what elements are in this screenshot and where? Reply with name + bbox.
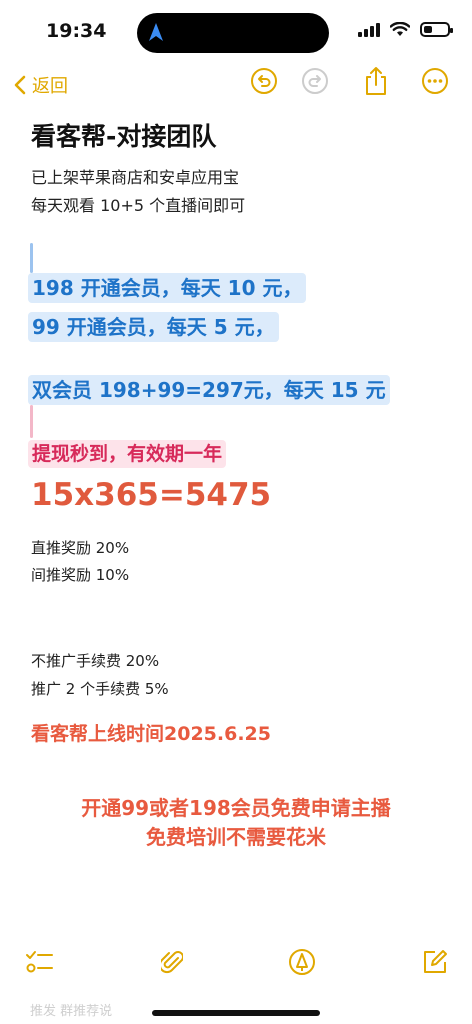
highlight-line-198: 198 开通会员，每天 10 元， [28, 273, 307, 303]
launch-date-text: 看客帮上线时间2025.6.25 [31, 723, 271, 745]
chevron-left-icon [14, 75, 26, 95]
redo-icon [302, 68, 328, 94]
obscured-text: 推发 群推荐说 [30, 1004, 113, 1019]
formula-text: 15x365=5475 [31, 477, 272, 513]
location-arrow-icon [149, 23, 163, 41]
battery-icon [420, 22, 453, 37]
promo-line-2: 免费培训不需要花米 [146, 825, 326, 849]
status-icons [358, 22, 453, 37]
more-icon [422, 68, 448, 94]
selection-handle-end[interactable] [30, 405, 33, 438]
markup-button[interactable] [287, 947, 317, 977]
back-label: 返回 [32, 76, 68, 97]
note-line-watch: 每天观看 10+5 个直播间即可 [31, 196, 246, 215]
highlight-line-withdraw: 提现秒到，有效期一年 [28, 440, 227, 468]
paperclip-icon [161, 951, 183, 974]
home-indicator[interactable] [152, 1010, 320, 1016]
status-time: 19:34 [46, 20, 107, 42]
note-line-store: 已上架苹果商店和安卓应用宝 [31, 168, 240, 187]
highlight-line-99: 99 开通会员，每天 5 元， [28, 312, 279, 342]
back-button[interactable]: 返回 [14, 72, 68, 98]
cellular-signal-icon [358, 22, 380, 37]
attach-button[interactable] [157, 947, 187, 977]
compose-button[interactable] [420, 947, 450, 977]
undo-button[interactable] [249, 66, 279, 96]
wifi-icon [390, 22, 410, 36]
dynamic-island [137, 13, 329, 53]
markup-pen-icon [289, 949, 315, 975]
more-button[interactable] [420, 66, 450, 96]
note-title: 看客帮-对接团队 [31, 122, 217, 151]
fee-promo-text: 推广 2 个手续费 5% [31, 680, 169, 698]
compose-icon [424, 950, 447, 973]
battery-level [424, 26, 432, 33]
redo-button[interactable] [300, 66, 330, 96]
checklist-button[interactable] [24, 947, 54, 977]
fee-no-promo-text: 不推广手续费 20% [31, 652, 160, 670]
promo-line-1: 开通99或者198会员免费申请主播 [81, 796, 391, 820]
share-icon [366, 67, 386, 95]
undo-icon [251, 68, 277, 94]
highlight-line-double: 双会员 198+99=297元，每天 15 元 [28, 375, 390, 405]
direct-reward-text: 直推奖励 20% [31, 539, 130, 557]
checklist-icon [26, 951, 53, 973]
share-button[interactable] [361, 66, 391, 96]
indirect-reward-text: 间推奖励 10% [31, 566, 130, 584]
selection-handle-start[interactable] [30, 243, 33, 273]
